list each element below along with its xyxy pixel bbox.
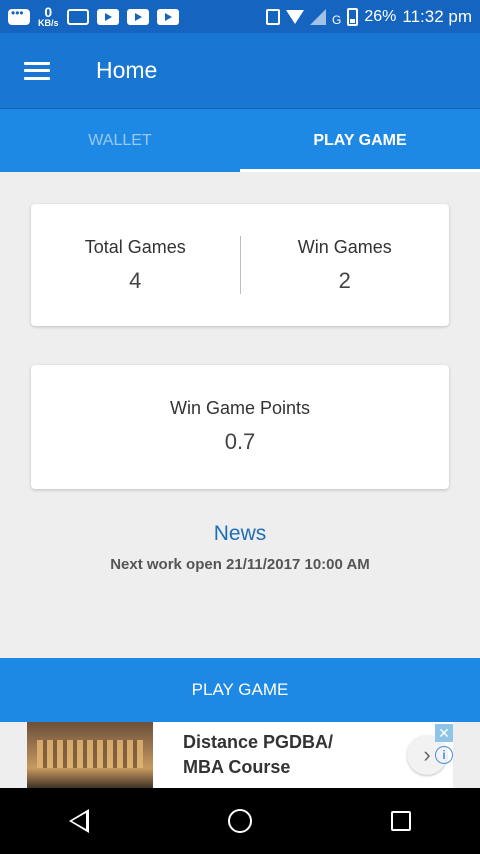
page-title: Home — [96, 57, 158, 83]
youtube-icon — [156, 8, 179, 25]
info-icon[interactable]: i — [435, 746, 453, 764]
ad-banner[interactable]: Distance PGDBA/ MBA Course › ✕ i — [27, 722, 453, 788]
battery-charging-icon — [347, 7, 359, 26]
total-games-stat: Total Games 4 — [31, 237, 240, 294]
youtube-icon — [96, 8, 119, 25]
ad-text[interactable]: Distance PGDBA/ MBA Course — [183, 730, 407, 780]
recent-apps-icon[interactable] — [390, 811, 411, 831]
ad-image[interactable] — [27, 722, 153, 788]
status-bar: 0 KB/s G 26% 11:32 pm — [0, 0, 480, 33]
message-icon — [8, 6, 30, 25]
battery-percent: 26% — [364, 7, 397, 25]
back-icon[interactable] — [69, 809, 90, 833]
network-speed: 0 KB/s — [38, 5, 59, 28]
win-points-card: Win Game Points 0.7 — [31, 365, 449, 489]
news-title: News — [213, 522, 267, 545]
image-icon — [66, 8, 89, 25]
close-icon[interactable]: ✕ — [435, 724, 453, 742]
total-games-value: 4 — [129, 267, 142, 293]
win-games-stat: Win Games 2 — [241, 237, 450, 294]
hamburger-menu-icon[interactable] — [24, 61, 50, 80]
play-game-button[interactable]: PLAY GAME — [0, 658, 480, 722]
youtube-icon — [126, 8, 149, 25]
network-speed-unit: KB/s — [38, 17, 59, 28]
total-games-label: Total Games — [84, 236, 186, 257]
app-bar: Home — [0, 33, 480, 108]
signal-icon — [310, 8, 326, 25]
games-stats-card: Total Games 4 Win Games 2 — [31, 204, 449, 326]
tab-wallet[interactable]: WALLET — [0, 109, 240, 172]
win-points-label: Win Game Points — [169, 398, 311, 418]
wifi-icon — [286, 9, 304, 24]
win-games-label: Win Games — [297, 236, 392, 257]
home-icon[interactable] — [227, 809, 252, 833]
navigation-bar — [0, 788, 480, 854]
news-text: Next work open 21/11/2017 10:00 AM — [110, 556, 370, 573]
win-games-value: 2 — [338, 267, 351, 293]
win-points-value: 0.7 — [224, 429, 256, 454]
tab-play-game[interactable]: PLAY GAME — [240, 109, 480, 172]
network-type: G — [332, 12, 342, 27]
tab-bar: WALLET PLAY GAME — [0, 108, 480, 172]
clock: 11:32 pm — [402, 6, 472, 26]
ad-line-1: Distance PGDBA/ — [183, 732, 334, 752]
vibrate-icon — [266, 8, 280, 25]
ad-line-2: MBA Course — [183, 757, 291, 777]
